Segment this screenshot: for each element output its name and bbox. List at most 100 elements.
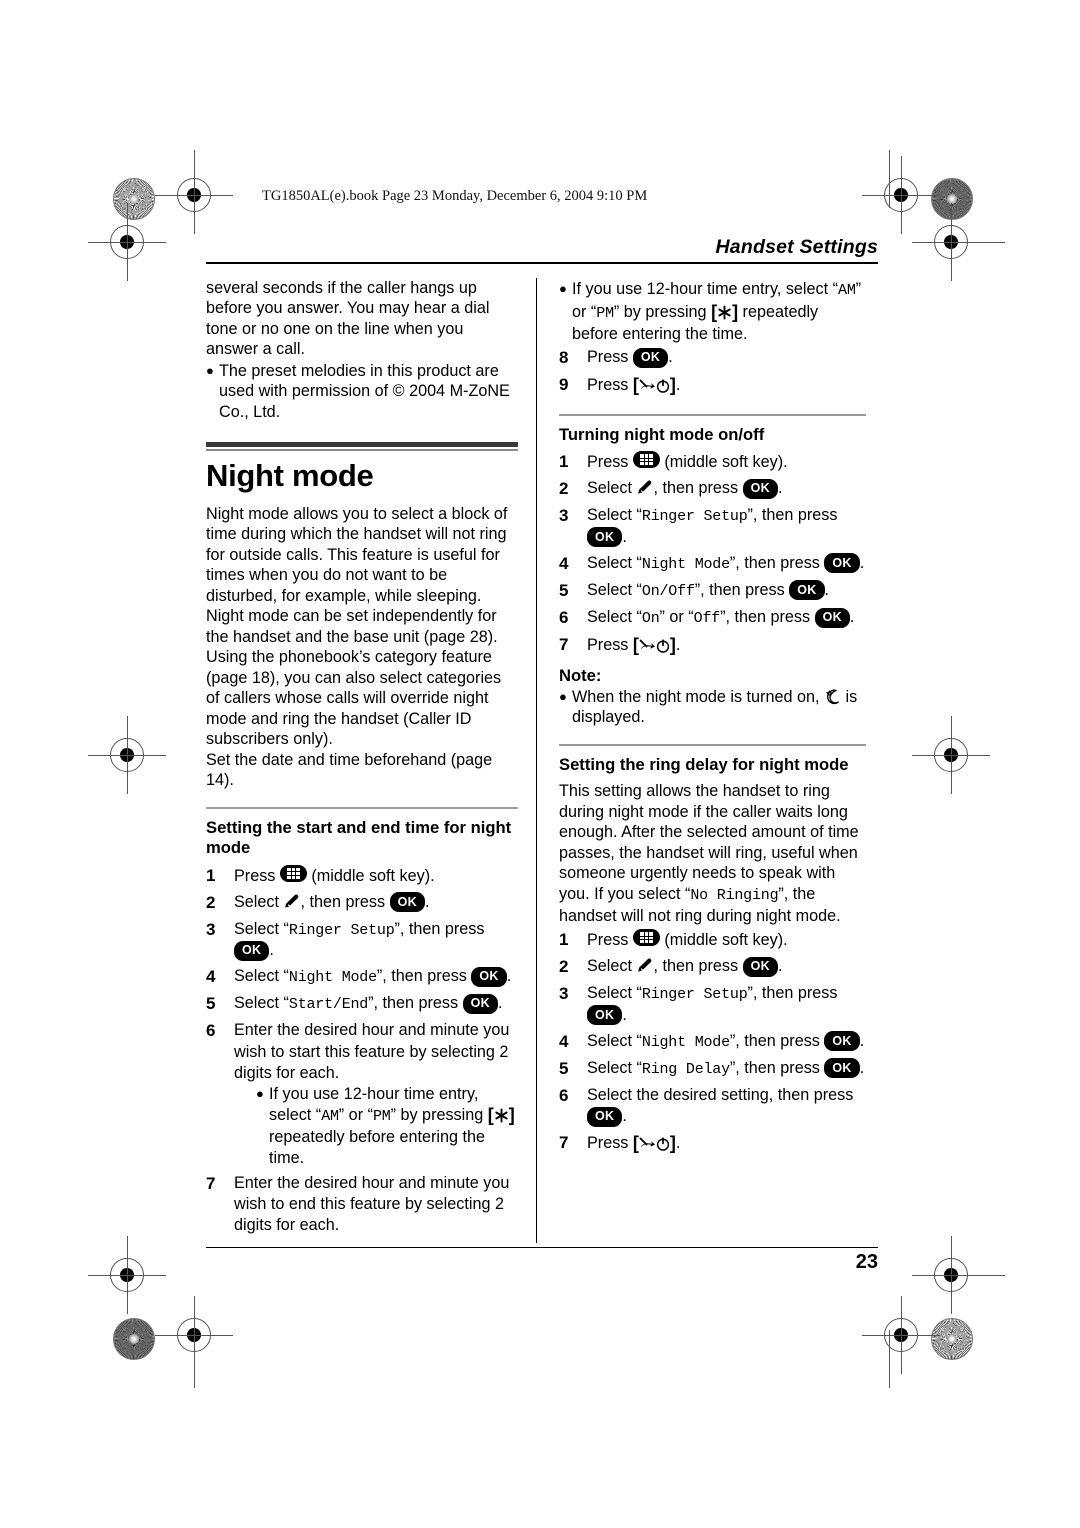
middle-soft-key-icon[interactable] (632, 929, 660, 947)
offhook-power-key-bracket[interactable]: [] (633, 1133, 676, 1153)
step-text-post: . (859, 1058, 865, 1077)
step-item: 7 Press []. (559, 1132, 866, 1155)
middle-soft-key-icon[interactable] (632, 451, 660, 469)
ok-button-icon[interactable]: OK (824, 1031, 860, 1052)
bullet-post: ” by pressing (613, 302, 712, 321)
step-number: 2 (206, 892, 216, 912)
feature-title: Night mode (206, 457, 374, 493)
ok-button-icon[interactable]: OK (824, 1058, 860, 1079)
step-text-post: . (424, 892, 430, 911)
step-text: Select “On/Off”, then press OK. (587, 580, 866, 602)
step-text: Select “Start/End”, then press OK. (234, 993, 518, 1015)
menu-item-label: Ringer Setup (641, 986, 748, 1004)
step-text-pre: Press (587, 376, 633, 395)
step-text-mid: ”, then press (394, 919, 485, 938)
step-item: 3 Select “Ringer Setup”, then press OK. (206, 919, 518, 962)
step-text-post: (middle soft key). (659, 453, 788, 472)
off-hook-key-icon[interactable] (639, 639, 656, 653)
star-key-icon[interactable] (717, 305, 732, 320)
ok-button-icon[interactable]: OK (462, 993, 498, 1014)
pm-label: PM (372, 1108, 391, 1126)
step-text-mid2: ”, then press (720, 608, 815, 627)
section-title-turning-onoff: Turning night mode on/off (559, 424, 765, 444)
ok-button-icon[interactable]: OK (742, 956, 778, 977)
section-rule-onoff (559, 413, 866, 416)
step-text-pre: Press (587, 453, 633, 472)
top-continued-bullet: ● If you use 12-hour time entry, select … (559, 279, 866, 344)
power-key-icon[interactable] (656, 1137, 670, 1151)
step-text-mid: ” or “ (659, 608, 694, 627)
ringer-setup-icon (284, 894, 298, 908)
offhook-power-key-bracket[interactable]: [] (633, 375, 676, 395)
step-text-post: (middle soft key). (659, 931, 788, 950)
step-number: 6 (559, 608, 569, 628)
bullet-dot-icon: ● (559, 280, 567, 296)
step-text: Press []. (587, 374, 866, 397)
off-hook-key-icon[interactable] (639, 1137, 656, 1151)
ok-button-icon[interactable]: OK (389, 892, 425, 913)
step-text-pre: Press (587, 1134, 633, 1153)
section-title-ring-delay: Setting the ring delay for night mode (559, 754, 849, 774)
step-text-pre: Press (587, 348, 633, 367)
ok-button-icon[interactable]: OK (742, 478, 778, 499)
step-item: 6 Select “On” or “Off”, then press OK. (559, 607, 866, 629)
power-key-icon[interactable] (656, 379, 670, 393)
step-text-pre: Select (587, 479, 637, 498)
ok-button-icon[interactable]: OK (824, 553, 860, 574)
step-text: Select “Night Mode”, then press OK. (234, 966, 518, 988)
right-column: ● If you use 12-hour time entry, select … (536, 277, 866, 1243)
power-key-icon[interactable] (656, 639, 670, 653)
bullet-dot-icon: ● (559, 688, 567, 704)
step-item: 2 Select , then press OK. (559, 956, 866, 978)
step-text-mid: ”, then press (747, 506, 838, 525)
step6-sub-bullet: ● If you use 12-hour time entry, select … (256, 1084, 518, 1168)
ok-button-icon[interactable]: OK (814, 607, 850, 628)
step-text-pre: Press (587, 931, 633, 950)
left-column: several seconds if the caller hangs up b… (206, 278, 536, 1243)
step-item: 4 Select “Night Mode”, then press OK. (559, 1031, 866, 1053)
step-text: Select “Ringer Setup”, then press OK. (234, 919, 518, 962)
melody-bullet-text: The preset melodies in this product are … (219, 361, 510, 421)
step-text: Press []. (587, 1132, 866, 1155)
step-text-post: (middle soft key). (306, 866, 435, 885)
steps-ring-delay: 1 Press (middle soft key). 2 Select , th… (559, 929, 866, 1155)
trim-line-top-right (950, 242, 1005, 244)
star-key-bracket[interactable]: [] (711, 302, 738, 322)
step-text-post: . (777, 479, 783, 498)
step-number: 1 (206, 865, 216, 885)
step-text: Select , then press OK. (234, 892, 518, 914)
section-rule-ring-delay (559, 743, 866, 746)
ok-button-icon[interactable]: OK (789, 580, 825, 601)
registration-rosette-bottom-right (931, 1318, 973, 1360)
night-mode-intro-1: Night mode allows you to select a block … (206, 504, 508, 646)
off-hook-key-icon[interactable] (639, 379, 656, 393)
ok-button-icon[interactable]: OK (471, 966, 507, 987)
offhook-power-key-bracket[interactable]: [] (633, 635, 676, 655)
step-text: Select “Ringer Setup”, then press OK. (587, 983, 866, 1026)
top-bullet-text: If you use 12-hour time entry, select “A… (572, 279, 866, 344)
ring-delay-paragraph: This setting allows the handset to ring … (559, 781, 866, 926)
star-key-icon[interactable] (494, 1108, 509, 1123)
ok-button-icon[interactable]: OK (587, 527, 623, 548)
step-number: 9 (559, 375, 569, 395)
steps-turning-onoff: 1 Press (middle soft key). 2 Select , th… (559, 451, 866, 657)
ok-button-icon[interactable]: OK (234, 940, 270, 961)
night-mode-moon-icon (825, 689, 840, 704)
step-item: 3 Select “Ringer Setup”, then press OK. (559, 983, 866, 1026)
ok-button-icon[interactable]: OK (587, 1106, 623, 1127)
ok-button-icon[interactable]: OK (632, 347, 669, 368)
step-text-post: . (622, 1107, 627, 1126)
trim-line-left-vertical-bottom (194, 1330, 196, 1388)
note-bullet: ● When the night mode is turned on, is d… (559, 687, 866, 728)
step-item: 4 Select “Night Mode”, then press OK. (559, 553, 866, 575)
star-key-bracket[interactable]: [] (488, 1105, 515, 1125)
ok-button-icon[interactable]: OK (587, 1005, 623, 1026)
step-text-pre: Press (234, 866, 280, 885)
step-item: 2 Select , then press OK. (559, 478, 866, 500)
step6-sub-bullet-text: If you use 12-hour time entry, select “A… (269, 1084, 518, 1168)
step-number: 1 (559, 930, 569, 950)
step-text-post: . (675, 1134, 681, 1153)
trim-line-bottom (90, 1275, 145, 1277)
step-text-pre: Select “ (234, 967, 289, 986)
middle-soft-key-icon[interactable] (279, 864, 307, 882)
